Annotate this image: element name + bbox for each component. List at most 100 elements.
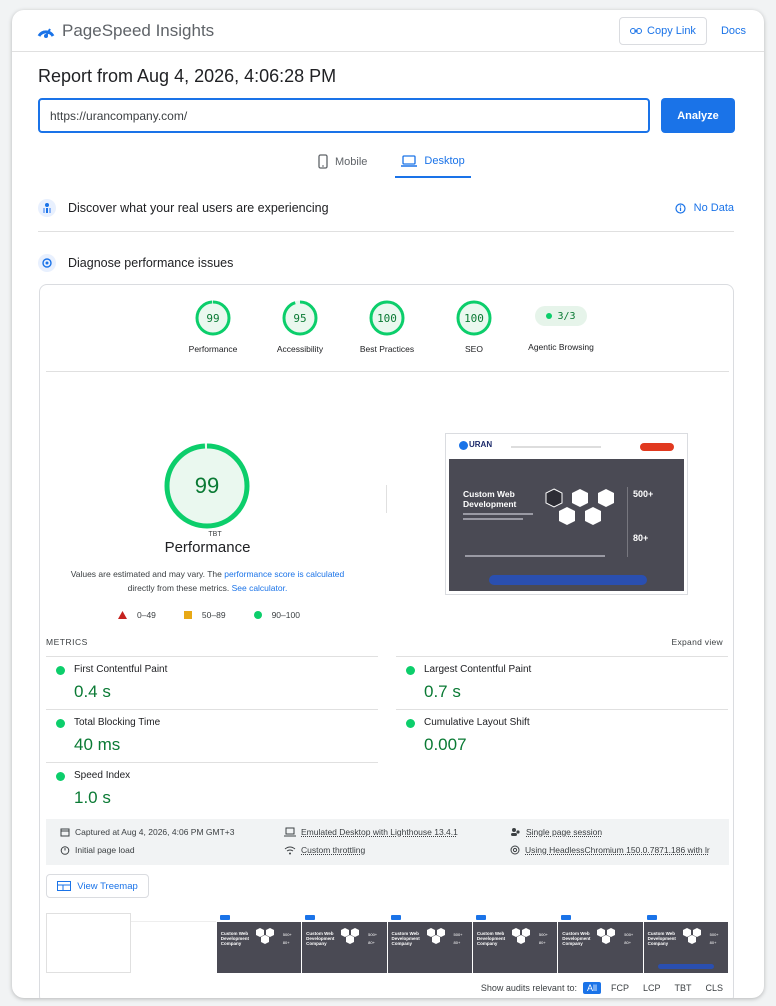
- chrome-icon: [510, 845, 520, 855]
- legend-range: 50–89: [201, 610, 226, 620]
- triangle-icon: [118, 611, 127, 619]
- legend-pass: 90–100: [253, 610, 300, 620]
- throttling-info[interactable]: Custom throttling: [284, 845, 365, 855]
- gauge-seo[interactable]: 100 SEO: [434, 299, 514, 354]
- tab-mobile[interactable]: Mobile: [312, 154, 373, 178]
- diagnose-section: Diagnose performance issues: [38, 254, 734, 272]
- filter-lcp[interactable]: LCP: [639, 982, 665, 994]
- pass-dot-icon: [56, 772, 65, 781]
- metric-value: 0.007: [424, 735, 467, 754]
- tab-desktop-label: Desktop: [424, 154, 465, 167]
- expand-view-button[interactable]: Expand view: [672, 637, 724, 647]
- emulated-info[interactable]: Emulated Desktop with Lighthouse 13.4.1: [284, 827, 458, 837]
- hexagon-badges-icon: [545, 488, 614, 525]
- link-icon: [630, 27, 643, 34]
- filmstrip-frame: Custom Web Development Company 500+ 80+: [302, 913, 388, 973]
- performance-sub-label: TBT: [208, 531, 222, 538]
- docs-link[interactable]: Docs: [717, 25, 750, 37]
- metric-label: Speed Index: [74, 770, 131, 781]
- treemap-icon: [57, 881, 72, 891]
- vertical-divider: [386, 485, 387, 513]
- metric-value: 0.4 s: [74, 682, 111, 701]
- discover-title: Discover what your real users are experi…: [68, 201, 329, 215]
- filmstrip-frame: [131, 913, 217, 973]
- final-screenshot[interactable]: URAN Custom Web Development 500+ 80+: [445, 433, 688, 595]
- filmstrip-frame: Custom Web Development Company 500+ 80+: [558, 913, 644, 973]
- discover-section: Discover what your real users are experi…: [38, 199, 734, 217]
- initial-load-text: Initial page load: [75, 845, 135, 855]
- gauge-label: Accessibility: [276, 344, 324, 354]
- metric-label: Cumulative Layout Shift: [424, 717, 530, 728]
- pass-dot-icon: [546, 313, 553, 319]
- filter-cls[interactable]: CLS: [701, 982, 727, 994]
- gauge-label: Best Practices: [359, 344, 415, 354]
- metric-cls: Cumulative Layout Shift 0.007: [396, 709, 728, 762]
- session-info[interactable]: Single page session: [510, 827, 602, 837]
- filmstrip: Custom Web Development Company 500+ 80+ Cu…: [46, 913, 729, 973]
- analyze-button[interactable]: Analyze: [661, 98, 735, 133]
- gauge-score: 100: [464, 312, 484, 325]
- browser-info[interactable]: Using HeadlessChromium 150.0.7871.186 wi…: [510, 845, 710, 855]
- pass-dot-icon: [56, 666, 65, 675]
- agentic-pill: 3/3: [535, 306, 587, 326]
- metric-label: Total Blocking Time: [74, 717, 161, 728]
- smartphone-icon: [318, 154, 328, 169]
- browser-text: Using HeadlessChromium 150.0.7871.186 wi…: [525, 845, 710, 855]
- gauge-performance[interactable]: 99 Performance: [173, 299, 253, 354]
- run-info-box: Captured at Aug 4, 2026, 4:06 PM GMT+3 E…: [46, 819, 729, 865]
- gauge-agentic-browsing[interactable]: 3/3 Agentic Browsing: [521, 299, 601, 352]
- diagnose-title: Diagnose performance issues: [68, 256, 234, 270]
- device-tabs: Mobile Desktop: [312, 154, 471, 178]
- view-treemap-button[interactable]: View Treemap: [46, 874, 149, 898]
- browser-frame: PageSpeed Insights Copy Link Docs Report…: [12, 10, 764, 998]
- metric-label: Largest Contentful Paint: [424, 664, 532, 675]
- copy-link-button[interactable]: Copy Link: [619, 16, 707, 45]
- audit-filter: Show audits relevant to: All FCP LCP TBT…: [481, 982, 727, 994]
- filter-fcp[interactable]: FCP: [607, 982, 633, 994]
- filmstrip-frame: [46, 913, 132, 973]
- legend-average: 50–89: [183, 610, 226, 620]
- performance-title: Performance: [164, 539, 251, 556]
- treemap-label: View Treemap: [77, 880, 138, 892]
- filmstrip-frame: Custom Web Development Company 500+ 80+: [472, 913, 559, 973]
- gauge-best-practices[interactable]: 100 Best Practices: [347, 299, 427, 354]
- filter-all[interactable]: All: [582, 982, 601, 994]
- section-divider: [38, 231, 734, 232]
- no-data-indicator[interactable]: No Data: [675, 202, 734, 214]
- pass-dot-icon: [406, 666, 415, 675]
- throttling-text: Custom throttling: [301, 845, 366, 855]
- filmstrip-frame: Custom Web Development Company 500+ 80+: [387, 913, 473, 973]
- screenshot-image: URAN Custom Web Development 500+ 80+: [449, 437, 684, 591]
- performance-big-gauge: 99: [164, 443, 250, 529]
- score-calculated-link[interactable]: performance score is calculated: [224, 569, 344, 579]
- url-input[interactable]: [38, 98, 650, 133]
- pass-dot-icon: [406, 719, 415, 728]
- score-legend: 0–49 50–89 90–100: [118, 610, 300, 620]
- pagespeed-logo-icon: [37, 28, 55, 38]
- laptop-icon: [401, 154, 418, 167]
- no-data-label: No Data: [693, 202, 734, 214]
- see-calculator-link[interactable]: See calculator.: [232, 583, 288, 593]
- laptop-icon: [284, 827, 296, 837]
- app-title: PageSpeed Insights: [62, 20, 215, 40]
- top-bar: PageSpeed Insights Copy Link Docs: [12, 10, 764, 52]
- filmstrip-frame: Custom Web Development Company 500+ 80+: [643, 913, 729, 973]
- copy-link-label: Copy Link: [647, 24, 696, 37]
- calendar-icon: [60, 828, 70, 837]
- agentic-score: 3/3: [557, 310, 576, 322]
- metric-lcp: Largest Contentful Paint 0.7 s: [396, 656, 728, 709]
- pass-dot-icon: [56, 719, 65, 728]
- gauge-score: 99: [206, 312, 219, 325]
- filter-tbt[interactable]: TBT: [670, 982, 695, 994]
- tab-desktop[interactable]: Desktop: [395, 154, 471, 178]
- screenshot-stat1: 500+: [633, 489, 654, 499]
- audit-filter-label: Show audits relevant to:: [480, 983, 577, 993]
- metric-value: 0.7 s: [424, 682, 461, 701]
- app-logo[interactable]: PageSpeed Insights: [36, 21, 214, 41]
- gauge-accessibility[interactable]: 95 Accessibility: [260, 299, 340, 354]
- gauge-ring: 100: [369, 300, 405, 336]
- users-experience-icon: [38, 199, 56, 217]
- session-text: Single page session: [526, 827, 603, 837]
- performance-score: 99: [195, 473, 219, 498]
- captured-info: Captured at Aug 4, 2026, 4:06 PM GMT+3: [60, 827, 234, 837]
